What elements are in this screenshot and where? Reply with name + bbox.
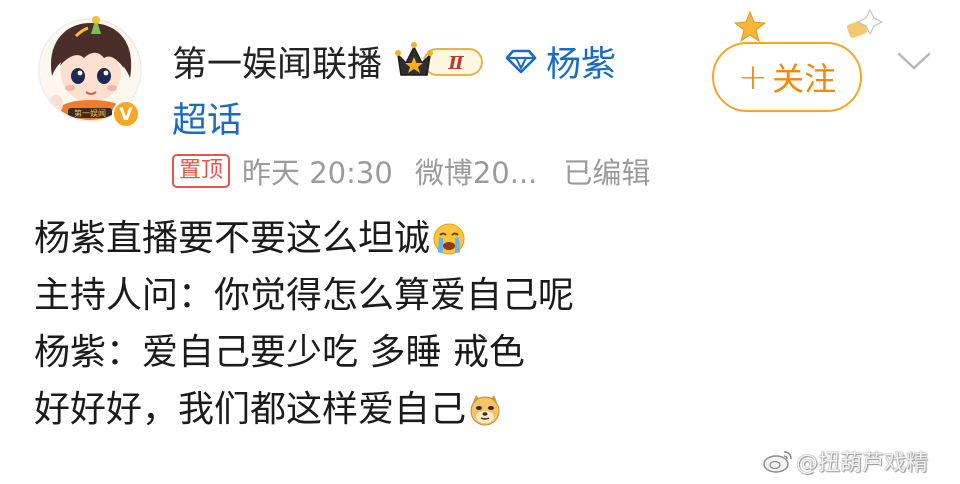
follow-plus-icon: + — [737, 56, 769, 98]
post-source[interactable]: 微博20... — [415, 150, 538, 192]
super-topic-name[interactable]: 杨紫 — [546, 36, 616, 87]
post-line: 杨紫：爱自己要少吃 多睡 戒色 — [34, 332, 525, 373]
watermark-text: @扭葫芦戏精 — [796, 451, 929, 476]
post-time: 昨天 20:30 — [242, 156, 393, 190]
edited-label[interactable]: 已编辑 — [563, 150, 650, 192]
author-name[interactable]: 第一娱闻联播 — [172, 36, 382, 87]
super-topic-diamond-icon — [505, 49, 537, 74]
vip-crown-badge-icon[interactable]: Ⅱ — [394, 41, 488, 81]
watermark: @扭葫芦戏精 — [762, 446, 928, 476]
post-line: 杨紫直播要不要这么坦诚 — [34, 210, 914, 267]
crying-face-icon — [433, 223, 465, 254]
super-topic-suffix[interactable]: 超话 — [172, 92, 242, 143]
pinned-badge: 置顶 — [172, 154, 231, 188]
svg-text:V: V — [119, 105, 133, 125]
follow-label: 关注 — [772, 60, 837, 98]
post-meta: 置顶 昨天 20:30 微博20... 已编辑 — [172, 151, 650, 191]
verified-badge-icon: V — [112, 100, 140, 128]
author-avatar[interactable]: 第一娱闻 V — [38, 14, 144, 132]
vip-level-label: Ⅱ — [447, 53, 464, 74]
doge-icon — [470, 394, 500, 425]
post-body: 杨紫直播要不要这么坦诚 主持人问：你觉得怎么算爱自己呢 杨紫：爱自己要少吃 多睡… — [34, 210, 914, 438]
author-line: 第一娱闻联播 Ⅱ 杨紫 — [172, 36, 616, 86]
post-line: 主持人问：你觉得怎么算爱自己呢 — [34, 275, 575, 316]
chevron-down-icon[interactable] — [896, 50, 932, 72]
avatar-caption: 第一娱闻 — [74, 108, 106, 118]
post-line: 好好好，我们都这样爱自己 — [34, 381, 914, 438]
weibo-logo-icon — [763, 451, 792, 473]
follow-button[interactable]: + 关注 — [712, 42, 862, 112]
